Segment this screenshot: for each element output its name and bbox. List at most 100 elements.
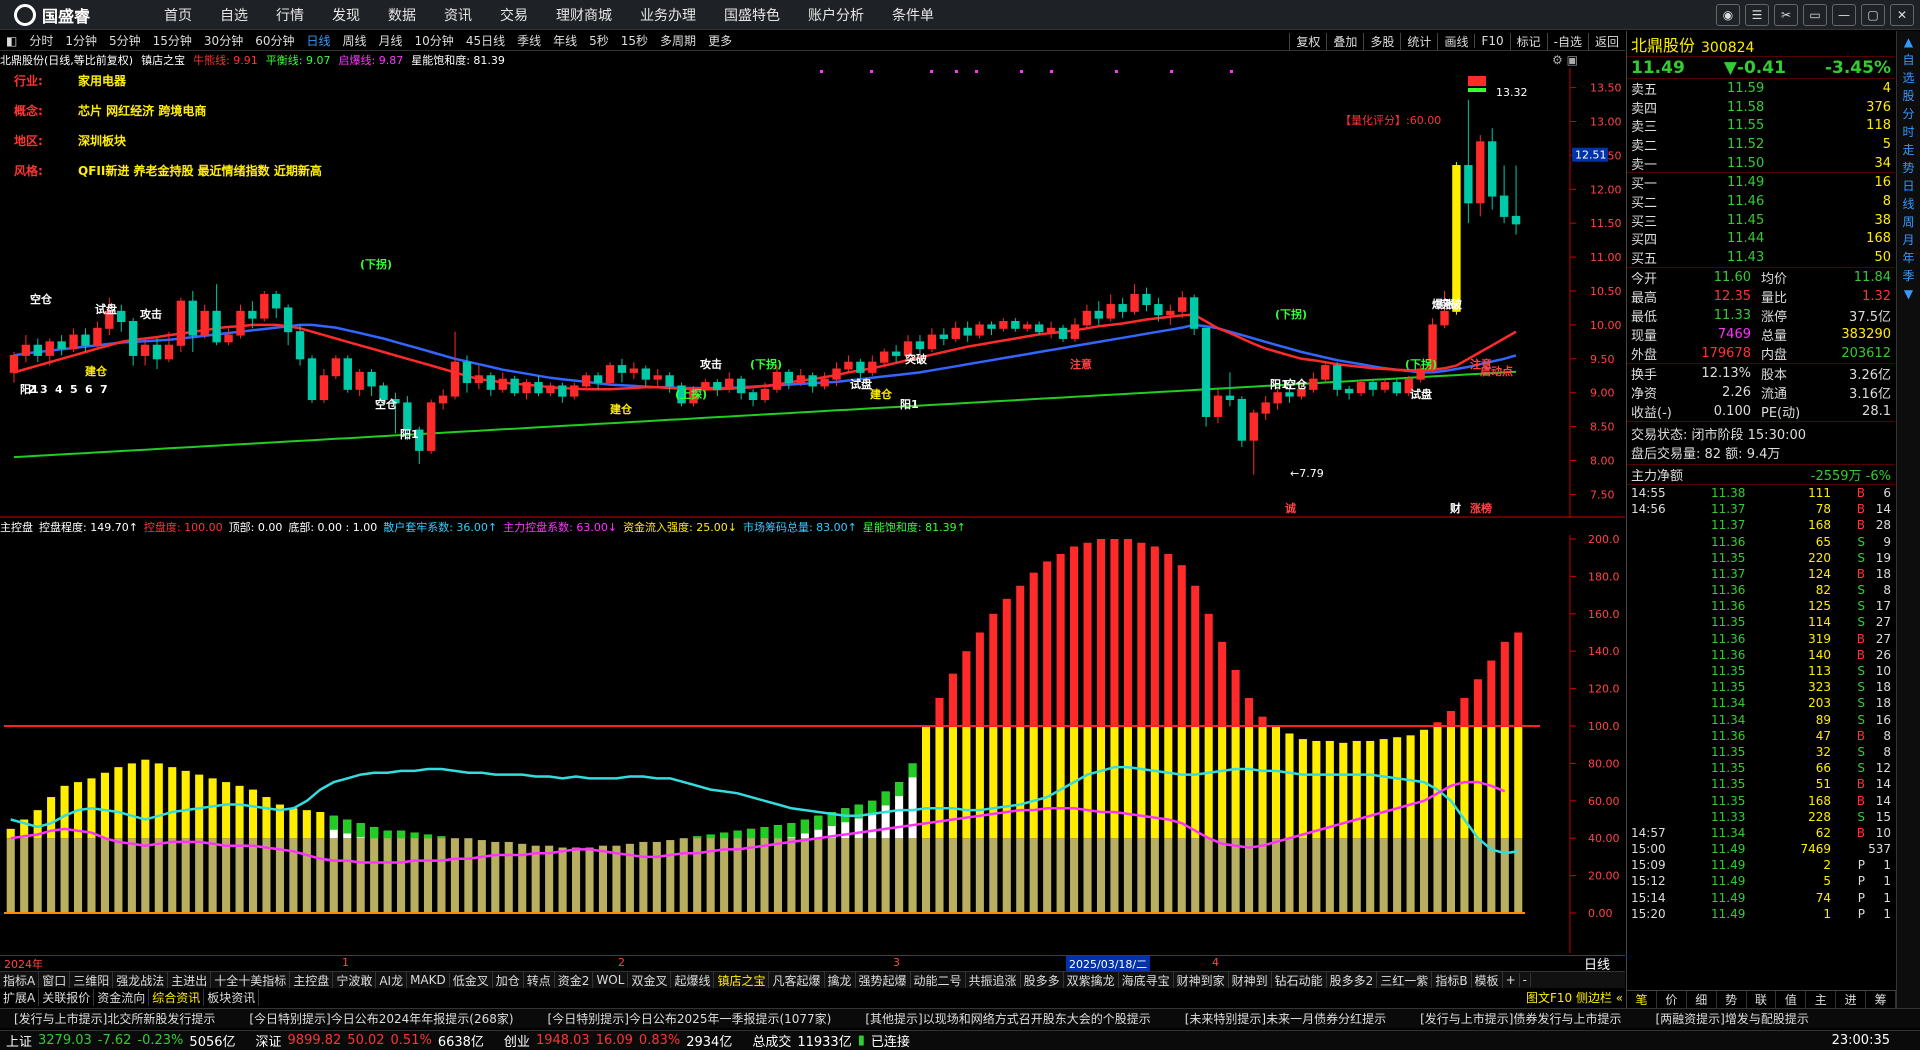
candle[interactable]	[1452, 162, 1461, 315]
indicator-tab-17[interactable]: 镇店之宝	[714, 972, 770, 988]
indicator-tab-29[interactable]: 股多多2	[1327, 972, 1378, 988]
quote-tab-1[interactable]: 价	[1657, 991, 1687, 1008]
quote-tab-6[interactable]: 主	[1806, 991, 1837, 1008]
side-strip-item[interactable]: 股	[1902, 89, 1914, 103]
candle[interactable]	[558, 382, 567, 403]
candle[interactable]	[522, 379, 531, 400]
chart-tool-4[interactable]: 画线	[1437, 32, 1474, 50]
candle[interactable]	[808, 372, 817, 393]
indicator-tab-8[interactable]: AI龙	[376, 972, 408, 988]
candle[interactable]	[1142, 287, 1151, 312]
indicator-tab-24[interactable]: 双紫擒龙	[1064, 972, 1119, 988]
candle[interactable]	[570, 382, 579, 400]
menu-item-5[interactable]: 资讯	[444, 5, 472, 25]
ticker-item[interactable]: [发行与上市提示]债券发行与上市提示	[1420, 1010, 1621, 1027]
period-tab-14[interactable]: 15秒	[621, 32, 648, 49]
indicator-tab-26[interactable]: 财神到家	[1174, 972, 1229, 988]
chart-tool-3[interactable]: 统计	[1400, 32, 1437, 50]
ticker-item[interactable]: [两融资提示]增发与配股提示	[1655, 1010, 1808, 1027]
candle[interactable]	[117, 304, 126, 332]
candle[interactable]	[427, 399, 436, 454]
side-strip-item[interactable]: 周	[1902, 215, 1914, 229]
ticker-item[interactable]: [今日特别提示]今日公布2024年年报提示(268家)	[249, 1010, 513, 1027]
candle[interactable]	[1118, 297, 1127, 319]
menu-item-3[interactable]: 发现	[332, 5, 360, 25]
menu-item-7[interactable]: 理财商城	[556, 5, 612, 25]
side-strip-item[interactable]: 年	[1902, 251, 1914, 265]
menu-item-2[interactable]: 行情	[276, 5, 304, 25]
bid-row[interactable]: 买五 11.43 50	[1627, 248, 1895, 267]
side-strip-item[interactable]: 季	[1902, 269, 1914, 283]
candle[interactable]	[1011, 318, 1020, 332]
menu-item-10[interactable]: 账户分析	[808, 5, 864, 25]
candle[interactable]	[999, 318, 1008, 332]
menu-item-0[interactable]: 首页	[164, 5, 192, 25]
candle[interactable]	[295, 324, 305, 366]
quote-tab-0[interactable]: 笔	[1627, 991, 1657, 1008]
ticker-item[interactable]: [未来特别提示]未来一月债券分红提示	[1185, 1010, 1386, 1027]
indicator-tab-0[interactable]: 指标A	[0, 972, 40, 988]
indicator-tab-1[interactable]: 窗口	[39, 972, 71, 988]
candle[interactable]	[987, 321, 996, 336]
indicator-tab-12[interactable]: 转点	[524, 972, 555, 988]
menu-item-11[interactable]: 条件单	[892, 5, 934, 25]
bid-row[interactable]: 买四 11.44 168	[1627, 230, 1895, 248]
candle[interactable]	[1106, 294, 1115, 322]
candle[interactable]	[1344, 385, 1354, 400]
period-tab-15[interactable]: 多周期	[660, 32, 696, 49]
side-strip-item[interactable]: 时	[1902, 125, 1914, 139]
candle[interactable]	[283, 304, 293, 346]
candle[interactable]	[891, 345, 901, 363]
period-tab-16[interactable]: 更多	[708, 32, 732, 49]
candle[interactable]	[844, 355, 853, 373]
candle[interactable]	[1130, 284, 1139, 315]
candle[interactable]	[713, 379, 722, 397]
indicator-tab-6[interactable]: 主控盘	[290, 972, 334, 988]
candle[interactable]	[1499, 165, 1509, 224]
candle[interactable]	[617, 358, 627, 383]
candle[interactable]	[820, 372, 829, 390]
candle[interactable]	[868, 355, 877, 376]
ext-tab-4[interactable]: 板块资讯	[204, 988, 260, 1006]
main-flow[interactable]: 主力净额 -2559万 -6%	[1627, 465, 1895, 485]
indicator-tab-15[interactable]: 双金叉	[628, 972, 672, 988]
window-button-icon-3[interactable]: ▭	[1803, 4, 1827, 26]
period-tab-9[interactable]: 10分钟	[415, 32, 454, 49]
candle[interactable]	[1464, 99, 1473, 224]
ask-row[interactable]: 卖二 11.52 5	[1627, 135, 1895, 154]
candle[interactable]	[1237, 396, 1247, 447]
chart-tool-1[interactable]: 叠加	[1326, 32, 1363, 50]
candle[interactable]	[546, 382, 555, 397]
quote-tab-4[interactable]: 联	[1747, 991, 1777, 1008]
candle[interactable]	[212, 284, 221, 346]
indicator-chart[interactable]: 200.0 180.0 160.0 140.0 120.0 100.0 80.00 60.00…	[0, 535, 1625, 953]
indicator-tab-22[interactable]: 共振追涨	[966, 972, 1021, 988]
candle[interactable]	[1309, 372, 1318, 393]
side-strip-item[interactable]: 选	[1902, 71, 1914, 85]
candle[interactable]	[1213, 389, 1223, 424]
ticker-item[interactable]: [发行与上市提示]北交所新股发行提示	[14, 1010, 215, 1027]
indicator-tab-14[interactable]: WOL	[593, 973, 629, 987]
indicator-tab-2[interactable]: 三维阳	[70, 972, 114, 988]
candle[interactable]	[534, 375, 543, 397]
side-strip-item[interactable]: 走	[1902, 143, 1914, 157]
bid-row[interactable]: 买二 11.46 8	[1627, 192, 1895, 211]
side-strip-item[interactable]: 分	[1902, 107, 1914, 121]
period-tab-10[interactable]: 45日线	[466, 32, 505, 49]
candle[interactable]	[1225, 372, 1235, 407]
candle[interactable]	[939, 328, 949, 346]
candle[interactable]	[319, 368, 329, 403]
candle[interactable]	[33, 338, 42, 363]
candle[interactable]	[1321, 362, 1330, 383]
candle[interactable]	[748, 389, 758, 407]
candle[interactable]	[975, 321, 984, 339]
candle[interactable]	[1488, 128, 1497, 210]
side-strip-item[interactable]: 势	[1902, 161, 1914, 175]
candle[interactable]	[152, 338, 162, 369]
window-button-icon-2[interactable]: ✂	[1774, 4, 1798, 26]
candle[interactable]	[629, 362, 639, 380]
candle[interactable]	[343, 355, 352, 393]
candle[interactable]	[355, 368, 364, 397]
side-strip-item[interactable]: 线	[1902, 197, 1914, 211]
candle[interactable]	[1333, 362, 1342, 397]
